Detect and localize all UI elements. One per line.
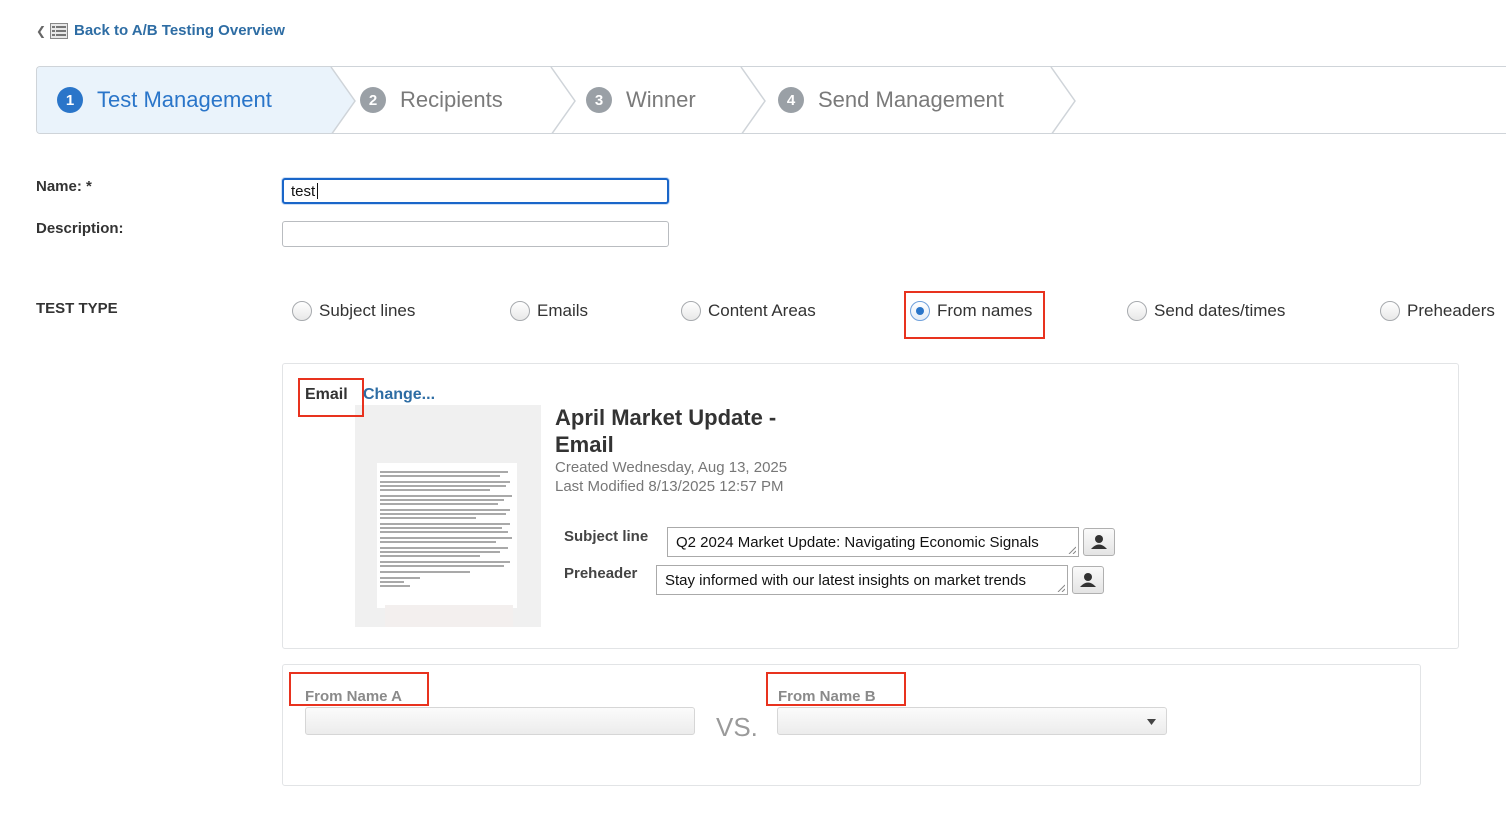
preheader-label: Preheader (564, 565, 638, 582)
radio-label: Send dates/times (1154, 301, 1286, 320)
subject-line-field[interactable]: Q2 2024 Market Update: Navigating Econom… (667, 527, 1079, 557)
change-email-link[interactable]: Change... (363, 386, 435, 404)
from-name-b-select[interactable] (777, 707, 1167, 735)
step-winner[interactable]: 3 Winner (586, 67, 696, 133)
step-number: 1 (57, 87, 83, 113)
text-caret (317, 183, 319, 199)
radio-label: Preheaders (1407, 301, 1495, 320)
step-number: 2 (360, 87, 386, 113)
description-input[interactable] (282, 221, 669, 247)
step-label: Test Management (97, 87, 272, 112)
subject-line-value: Q2 2024 Market Update: Navigating Econom… (676, 534, 1039, 551)
email-title-line1: April Market Update - (555, 405, 777, 430)
from-name-a-input[interactable] (305, 707, 695, 735)
person-icon (1080, 573, 1096, 587)
test-type-label: TEST TYPE (36, 300, 118, 317)
radio-button[interactable] (910, 301, 930, 321)
resize-grip-icon[interactable] (1057, 584, 1065, 592)
list-icon (50, 22, 68, 39)
email-preview-footer (385, 605, 513, 627)
step-number: 3 (586, 87, 612, 113)
step-label: Send Management (818, 87, 1004, 112)
name-input-value: test (291, 183, 316, 200)
personalize-preheader-button[interactable] (1072, 566, 1104, 594)
back-to-overview-link[interactable]: ❮ Back to A/B Testing Overview (36, 22, 285, 39)
radio-send-dates-times[interactable]: Send dates/times (1127, 301, 1285, 321)
radio-button[interactable] (681, 301, 701, 321)
radio-button[interactable] (1127, 301, 1147, 321)
radio-from-names[interactable]: From names (910, 301, 1032, 321)
from-name-b-label: From Name B (778, 688, 876, 705)
radio-preheaders[interactable]: Preheaders (1380, 301, 1495, 321)
radio-label: Emails (537, 301, 589, 320)
radio-label: Content Areas (708, 301, 816, 320)
email-created-date: Created Wednesday, Aug 13, 2025 (555, 459, 788, 476)
radio-button[interactable] (510, 301, 530, 321)
radio-button[interactable] (292, 301, 312, 321)
step-test-management[interactable]: 1 Test Management (57, 67, 272, 133)
email-modified-date: Last Modified 8/13/2025 12:57 PM (555, 478, 784, 495)
email-title-line2: Email (555, 432, 614, 457)
email-section-label: Email (305, 386, 348, 403)
radio-content-areas[interactable]: Content Areas (681, 301, 816, 321)
radio-label: From names (937, 301, 1033, 320)
chevron-left-icon: ❮ (36, 23, 47, 38)
name-input[interactable]: test (282, 178, 669, 204)
name-label: Name: * (36, 178, 92, 195)
radio-label: Subject lines (319, 301, 416, 320)
email-preview-page (377, 463, 517, 608)
step-recipients[interactable]: 2 Recipients (360, 67, 503, 133)
wizard-steps: 1 Test Management 2 Recipients 3 Winner … (36, 66, 1506, 134)
preheader-value: Stay informed with our latest insights o… (665, 572, 1026, 589)
from-name-a-label: From Name A (305, 688, 402, 705)
step-label: Recipients (400, 87, 503, 112)
radio-subject-lines[interactable]: Subject lines (292, 301, 415, 321)
email-thumbnail[interactable] (355, 405, 541, 627)
person-icon (1091, 535, 1107, 549)
step-number: 4 (778, 87, 804, 113)
subject-line-label: Subject line (564, 528, 649, 545)
description-label: Description: (36, 220, 124, 237)
step-label: Winner (626, 87, 696, 112)
preheader-field[interactable]: Stay informed with our latest insights o… (656, 565, 1068, 595)
back-link-label: Back to A/B Testing Overview (74, 22, 285, 39)
chevron-down-icon (1147, 719, 1156, 725)
personalize-subject-button[interactable] (1083, 528, 1115, 556)
radio-button[interactable] (1380, 301, 1400, 321)
resize-grip-icon[interactable] (1068, 546, 1076, 554)
step-send-management[interactable]: 4 Send Management (778, 67, 1004, 133)
radio-emails[interactable]: Emails (510, 301, 588, 321)
vs-label: VS. (716, 712, 758, 742)
